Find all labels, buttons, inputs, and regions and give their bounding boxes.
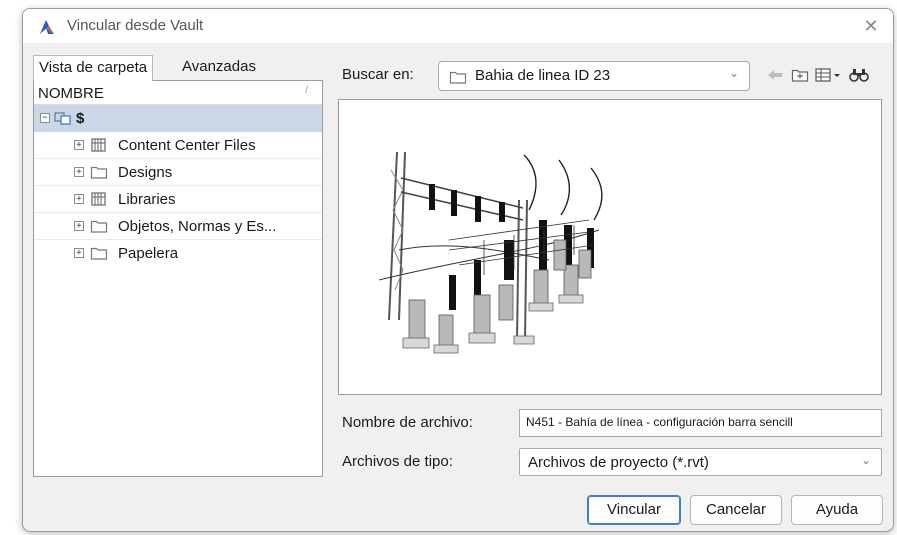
link-from-vault-dialog: Vincular desde Vault ✕ Vista de carpeta … [22,8,894,532]
tree-node-libraries[interactable]: + Libraries [34,186,322,213]
filetype-select[interactable]: Archivos de proyecto (*.rvt) ⌄ [519,448,882,476]
library-icon [91,138,106,152]
tree-node-objetos[interactable]: + Objetos, Normas y Es... [34,213,322,240]
column-name-label: NOMBRE [38,85,104,102]
expand-icon[interactable]: + [74,248,84,258]
tree-node-root[interactable]: − $ [34,105,322,132]
tab-folder-view[interactable]: Vista de carpeta [33,55,154,81]
tree-node-label: Papelera [118,245,179,262]
chevron-down-icon: ⌄ [860,453,871,467]
folder-icon [90,220,108,233]
expand-icon[interactable]: + [74,194,84,204]
filetype-value: Archivos de proyecto (*.rvt) [528,454,709,471]
expand-icon[interactable]: + [74,221,84,231]
window-title: Vincular desde Vault [67,17,204,34]
vault-root-icon [54,112,71,125]
expand-icon[interactable]: + [74,167,84,177]
lookin-value: Bahia de linea ID 23 [475,67,611,84]
tree-node-label: Designs [118,164,173,181]
tree-node-content-center[interactable]: + Content Center Files [34,132,322,159]
tree-node-label: Libraries [118,191,176,208]
tree-node-label: $ [76,110,85,127]
new-folder-icon[interactable] [791,67,809,83]
tree-node-label: Objetos, Normas y Es... [118,218,277,235]
tree-node-label: Content Center Files [118,137,256,154]
filetype-label: Archivos de tipo: [342,453,453,470]
title-bar: Vincular desde Vault ✕ [23,9,893,43]
expand-icon[interactable]: + [74,140,84,150]
chevron-down-icon: ⌄ [728,66,739,80]
library-icon [91,192,106,206]
folder-icon [449,71,467,84]
help-button[interactable]: Ayuda [791,495,883,525]
tree-node-designs[interactable]: + Designs [34,159,322,186]
tree-column-header[interactable]: NOMBRE / [34,81,322,105]
tree-node-papelera[interactable]: + Papelera [34,240,322,267]
cancel-button[interactable]: Cancelar [690,495,782,525]
folder-icon [90,247,108,260]
link-button[interactable]: Vincular [587,495,681,525]
substation-preview-image [378,151,603,354]
tab-advanced[interactable]: Avanzadas [177,55,261,79]
sort-indicator-icon: / [305,85,308,96]
folder-icon [90,166,108,179]
filename-input[interactable]: N451 - Bahía de línea - configuración ba… [519,409,882,437]
collapse-icon[interactable]: − [40,113,50,123]
lookin-select[interactable]: Bahia de linea ID 23 ⌄ [438,61,750,91]
binoculars-icon[interactable] [849,67,869,83]
filename-label: Nombre de archivo: [342,414,473,431]
revit-app-icon [40,20,54,34]
close-icon[interactable]: ✕ [859,15,883,37]
view-menu-icon[interactable] [815,67,843,83]
lookin-label: Buscar en: [342,66,414,83]
back-arrow-icon[interactable] [766,67,784,83]
preview-panel [338,99,882,395]
folder-tree[interactable]: NOMBRE / − $ + Content Center Files + De… [33,80,323,477]
